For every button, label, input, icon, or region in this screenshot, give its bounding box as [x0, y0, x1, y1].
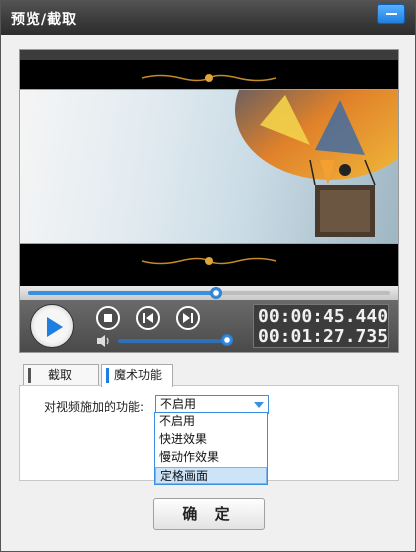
- video-preview[interactable]: [20, 60, 398, 286]
- seek-handle[interactable]: [210, 287, 223, 299]
- tab-marker: [106, 368, 109, 383]
- ok-button[interactable]: 确 定: [153, 498, 265, 530]
- effect-option-highlighted[interactable]: 定格画面: [155, 467, 267, 484]
- minimize-icon: [386, 13, 397, 15]
- effect-selected-value: 不启用: [160, 397, 197, 411]
- video-frame: [20, 89, 398, 244]
- seek-bar[interactable]: [20, 286, 398, 300]
- tab-capture-label: 截取: [48, 368, 73, 382]
- time-display: 00:00:45.440 00:01:27.735: [253, 304, 389, 348]
- effect-option[interactable]: 快进效果: [155, 431, 267, 448]
- tab-magic[interactable]: 魔术功能: [101, 364, 173, 387]
- tab-marker: [28, 368, 31, 383]
- next-frame-icon: [183, 313, 193, 323]
- chevron-down-icon: [254, 402, 264, 408]
- preview-window: 预览/截取 00:00:45.440 00:01:27.735 截取 魔术功能 …: [0, 0, 416, 552]
- effect-label: 对视频施加的功能:: [44, 400, 145, 414]
- volume-slider[interactable]: [118, 339, 228, 343]
- seek-progress: [28, 291, 217, 295]
- play-icon: [47, 317, 63, 337]
- title-bar: 预览/截取: [1, 1, 415, 35]
- window-title: 预览/截取: [11, 12, 78, 28]
- tab-capture[interactable]: 截取: [23, 364, 99, 386]
- volume-handle[interactable]: [221, 334, 233, 346]
- tab-magic-label: 魔术功能: [114, 368, 163, 382]
- effect-option[interactable]: 慢动作效果: [155, 449, 267, 466]
- seek-track[interactable]: [28, 287, 390, 299]
- volume-icon[interactable]: [96, 334, 114, 348]
- minimize-button[interactable]: [377, 4, 405, 24]
- previous-frame-button[interactable]: [136, 306, 160, 330]
- current-time: 00:00:45.440: [258, 306, 389, 327]
- next-frame-button[interactable]: [176, 306, 200, 330]
- stop-icon: [104, 314, 112, 322]
- ornament-top-icon: [141, 74, 277, 82]
- total-time: 00:01:27.735: [258, 326, 389, 347]
- stop-button[interactable]: [96, 306, 120, 330]
- player-top-strip: [20, 50, 398, 60]
- effect-option[interactable]: 不启用: [155, 413, 267, 430]
- video-player: 00:00:45.440 00:01:27.735: [19, 49, 399, 353]
- play-button[interactable]: [30, 304, 74, 348]
- previous-frame-icon: [143, 313, 153, 323]
- ornament-bottom-icon: [141, 257, 277, 265]
- control-bar: 00:00:45.440 00:01:27.735: [20, 300, 398, 352]
- balloon-scene: [235, 90, 398, 237]
- effect-dropdown: 不启用 快进效果 慢动作效果 定格画面: [154, 412, 268, 485]
